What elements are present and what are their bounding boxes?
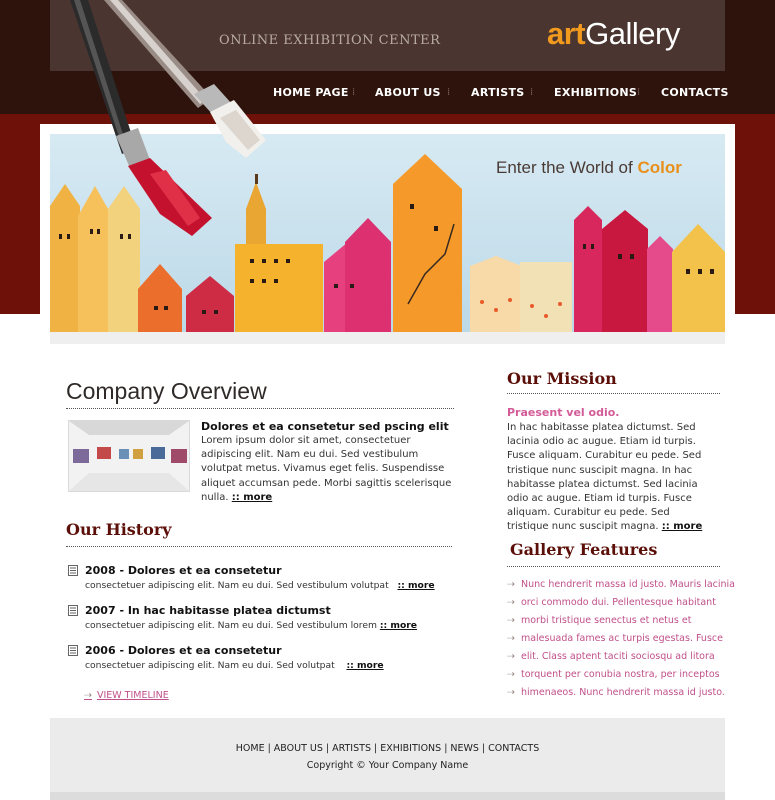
nav-exhibitions[interactable]: EXHIBITIONS (554, 86, 637, 99)
arrow-icon: ⇢ (507, 597, 515, 608)
history-item-text: consectetuer adipiscing elit. Nam eu dui… (85, 660, 384, 671)
footer-link-contacts[interactable]: CONTACTS (488, 743, 539, 754)
more-link[interactable]: :: more (662, 521, 702, 532)
more-link[interactable]: :: more (232, 492, 272, 503)
heading-divider (507, 393, 720, 394)
paint-brushes-decoration (70, 0, 266, 236)
arrow-icon: ⇢ (507, 615, 515, 626)
our-history-heading: Our History (66, 520, 172, 539)
logo-art: art (547, 16, 586, 51)
arrow-icon: ⇢ (507, 669, 515, 680)
heading-divider (66, 408, 454, 409)
history-item-text: consectetuer adipiscing elit. Nam eu dui… (85, 580, 435, 591)
heading-divider (66, 546, 452, 547)
arrow-icon: ⇢ (507, 579, 515, 590)
site-logo[interactable]: artGallery (547, 16, 680, 52)
footer-link-news[interactable]: NEWS (450, 743, 479, 754)
mission-text: In hac habitasse platea dictumst. Sed la… (507, 422, 703, 533)
history-item-text: consectetuer adipiscing elit. Nam eu dui… (85, 620, 418, 631)
view-timeline-link[interactable]: ⇢ VIEW TIMELINE (84, 690, 169, 701)
gallery-thumbnail[interactable] (68, 420, 190, 492)
article-text: Lorem ipsum dolor sit amet, consectetuer… (201, 435, 452, 503)
feature-item[interactable]: ⇢ himenaeos. Nunc hendrerit massa id just… (507, 687, 727, 705)
footer-link-about[interactable]: ABOUT US (274, 743, 323, 754)
feature-item[interactable]: ⇢ malesuada fames ac turpis egestas. Fusc… (507, 633, 727, 651)
company-overview-heading: Company Overview (66, 378, 267, 404)
our-mission-heading: Our Mission (507, 369, 617, 388)
banner-title: Enter the World of Color (496, 158, 682, 177)
feature-item[interactable]: ⇢ torquent per conubia nostra, per incept… (507, 669, 727, 687)
arrow-icon: ⇢ (507, 687, 515, 698)
footer-link-artists[interactable]: ARTISTS (332, 743, 371, 754)
footer-link-home[interactable]: HOME (236, 743, 265, 754)
history-item-title[interactable]: 2007 - In hac habitasse platea dictumst (85, 604, 331, 617)
footer: HOME | ABOUT US | ARTISTS | EXHIBITIONS | NEWS | C… (50, 718, 725, 800)
article-title[interactable]: Dolores et ea consetetur sed pscing elit (201, 420, 449, 433)
banner-title-emph: Color (637, 158, 682, 177)
nav-separator: ⁞ (352, 87, 356, 98)
history-item-title[interactable]: 2008 - Dolores et ea consetetur (85, 564, 282, 577)
nav-separator: ⁞ (447, 87, 451, 98)
feature-item[interactable]: ⇢ morbi tristique senectus et netus et (507, 615, 727, 633)
more-link[interactable]: :: more (397, 580, 434, 591)
nav-separator: ⁞ (637, 87, 641, 98)
footer-bottom-strip (50, 792, 725, 800)
logo-gallery: Gallery (585, 16, 680, 51)
feature-item[interactable]: ⇢ Nunc hendrerit massa id justo. Mauris l… (507, 579, 735, 597)
arrow-icon: ⇢ (84, 690, 92, 701)
nav-contacts[interactable]: CONTACTS (661, 86, 729, 99)
more-link[interactable]: :: more (346, 660, 383, 671)
more-link[interactable]: :: more (380, 620, 417, 631)
heading-divider (507, 566, 720, 567)
document-icon (68, 605, 78, 616)
nav-separator: ⁞ (530, 87, 534, 98)
gallery-features-heading: Gallery Features (510, 540, 658, 559)
nav-about[interactable]: ABOUT US (375, 86, 441, 99)
history-item-title[interactable]: 2006 - Dolores et ea consetetur (85, 644, 282, 657)
document-icon (68, 565, 78, 576)
mission-subtitle: Praesent vel odio. (507, 406, 620, 419)
footer-link-exhibitions[interactable]: EXHIBITIONS (380, 743, 441, 754)
footer-nav: HOME | ABOUT US | ARTISTS | EXHIBITIONS | NEWS | C… (235, 743, 540, 754)
nav-artists[interactable]: ARTISTS (471, 86, 525, 99)
arrow-icon: ⇢ (507, 651, 515, 662)
arrow-icon: ⇢ (507, 633, 515, 644)
gallery-room-image (69, 421, 189, 491)
feature-item[interactable]: ⇢ orci commodo dui. Pellentesque habitant (507, 597, 727, 615)
features-list: ⇢ Nunc hendrerit massa id justo. Mauris l… (507, 579, 735, 705)
copyright-text: Copyright © Your Company Name (306, 760, 469, 771)
banner-shadow (50, 332, 725, 344)
document-icon (68, 645, 78, 656)
feature-item[interactable]: ⇢ elit. Class aptent taciti sociosqu ad l… (507, 651, 727, 669)
